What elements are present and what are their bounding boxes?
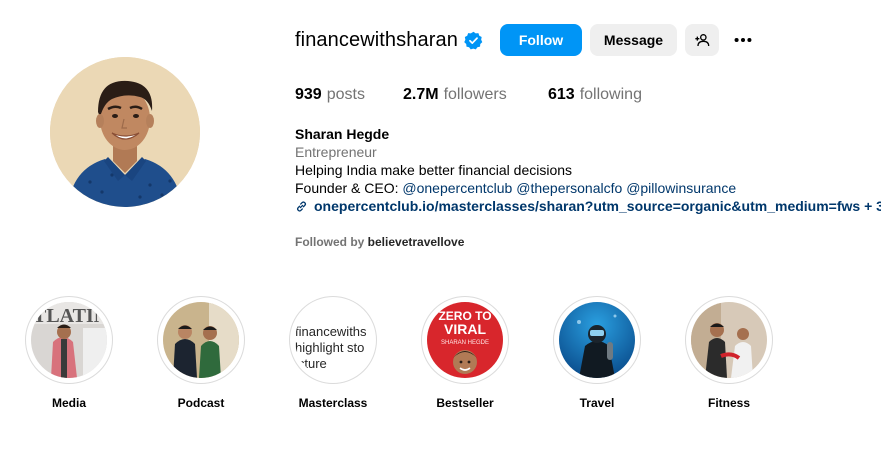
posts-number: 939 — [295, 86, 322, 103]
verified-badge-icon — [464, 31, 483, 50]
highlight-ring — [157, 296, 245, 384]
svg-text:TLATIN: TLATIN — [33, 305, 107, 327]
mention-link[interactable]: @pillowinsurance — [626, 180, 736, 196]
followed-by[interactable]: Followed by believetravellove — [295, 235, 464, 249]
followed-by-user: believetravellove — [367, 235, 465, 249]
mention-link[interactable]: @onepercentclub — [402, 180, 512, 196]
posts-label: posts — [326, 86, 365, 103]
profile-header: financewithsharan — [295, 24, 483, 56]
highlight-label: Podcast — [177, 396, 225, 410]
link-icon — [296, 200, 307, 212]
highlight-label: Media — [51, 396, 86, 410]
followers-label: followers — [443, 86, 507, 103]
following-link[interactable]: 613 following — [548, 86, 642, 106]
username: financewithsharan — [295, 29, 458, 51]
highlight-fitness[interactable]: Fitness — [684, 296, 774, 410]
full-name: Sharan Hegde — [295, 126, 390, 142]
highlight-ring: ZERO TO VIRAL SHARAN HEGDE — [421, 296, 509, 384]
posts-count: 939 posts — [295, 86, 403, 106]
bio-external-link[interactable]: onepercentclub.io/masterclasses/sharan?u… — [295, 197, 881, 215]
followed-by-prefix: Followed by — [295, 235, 368, 249]
highlight-label: Fitness — [707, 396, 750, 410]
followers-number: 2.7M — [403, 86, 439, 103]
highlight-masterclass[interactable]: financewiths highlight sto icture Master… — [288, 296, 378, 410]
book-title-line2: VIRAL — [444, 321, 486, 337]
highlight-travel[interactable]: Travel — [552, 296, 642, 410]
book-author: SHARAN HEGDE — [441, 340, 489, 346]
highlight-label: Travel — [579, 396, 615, 410]
highlight-ring — [553, 296, 641, 384]
highlight-thumbnail — [691, 302, 767, 378]
highlight-podcast[interactable]: Podcast — [156, 296, 246, 410]
message-button[interactable]: Message — [590, 24, 677, 56]
profile-bio: Sharan Hegde Entrepreneur Helping India … — [295, 125, 881, 215]
highlight-thumbnail — [559, 302, 635, 378]
following-number: 613 — [548, 86, 575, 103]
avatar-photo — [50, 57, 200, 207]
follow-button[interactable]: Follow — [500, 24, 582, 56]
following-label: following — [579, 86, 642, 103]
highlight-thumbnail — [163, 302, 239, 378]
highlight-ring — [685, 296, 773, 384]
highlight-thumbnail: TLATIN — [31, 302, 107, 378]
add-user-icon — [695, 34, 710, 47]
mention-link[interactable]: @thepersonalcfo — [516, 180, 622, 196]
suggest-users-button[interactable] — [685, 24, 719, 56]
profile-avatar[interactable] — [50, 57, 200, 207]
profile-category: Entrepreneur — [295, 144, 377, 160]
link-text: onepercentclub.io/masterclasses/sharan?u… — [314, 198, 881, 214]
highlight-fallback-text: financewiths highlight sto icture — [295, 324, 367, 371]
profile-stats: 939 posts 2.7M followers 613 following — [295, 86, 642, 106]
highlight-ring: TLATIN — [25, 296, 113, 384]
highlight-media[interactable]: TLATIN Media — [24, 296, 114, 410]
highlight-label: Bestseller — [436, 396, 494, 410]
bio-line: Helping India make better financial deci… — [295, 162, 573, 178]
founder-prefix: Founder & CEO: — [295, 180, 403, 196]
followers-link[interactable]: 2.7M followers — [403, 86, 548, 106]
highlight-thumbnail: ZERO TO VIRAL SHARAN HEGDE — [427, 302, 503, 378]
highlight-ring: financewiths highlight sto icture — [289, 296, 377, 384]
highlight-label: Masterclass — [298, 396, 368, 410]
bio-founder-line: Founder & CEO: @onepercentclub @theperso… — [295, 179, 881, 197]
more-horizontal-icon — [734, 37, 752, 43]
highlight-bestseller[interactable]: ZERO TO VIRAL SHARAN HEGDE Bestseller — [420, 296, 510, 410]
more-options-button[interactable] — [728, 24, 758, 56]
highlight-thumbnail: financewiths highlight sto icture — [295, 302, 371, 378]
